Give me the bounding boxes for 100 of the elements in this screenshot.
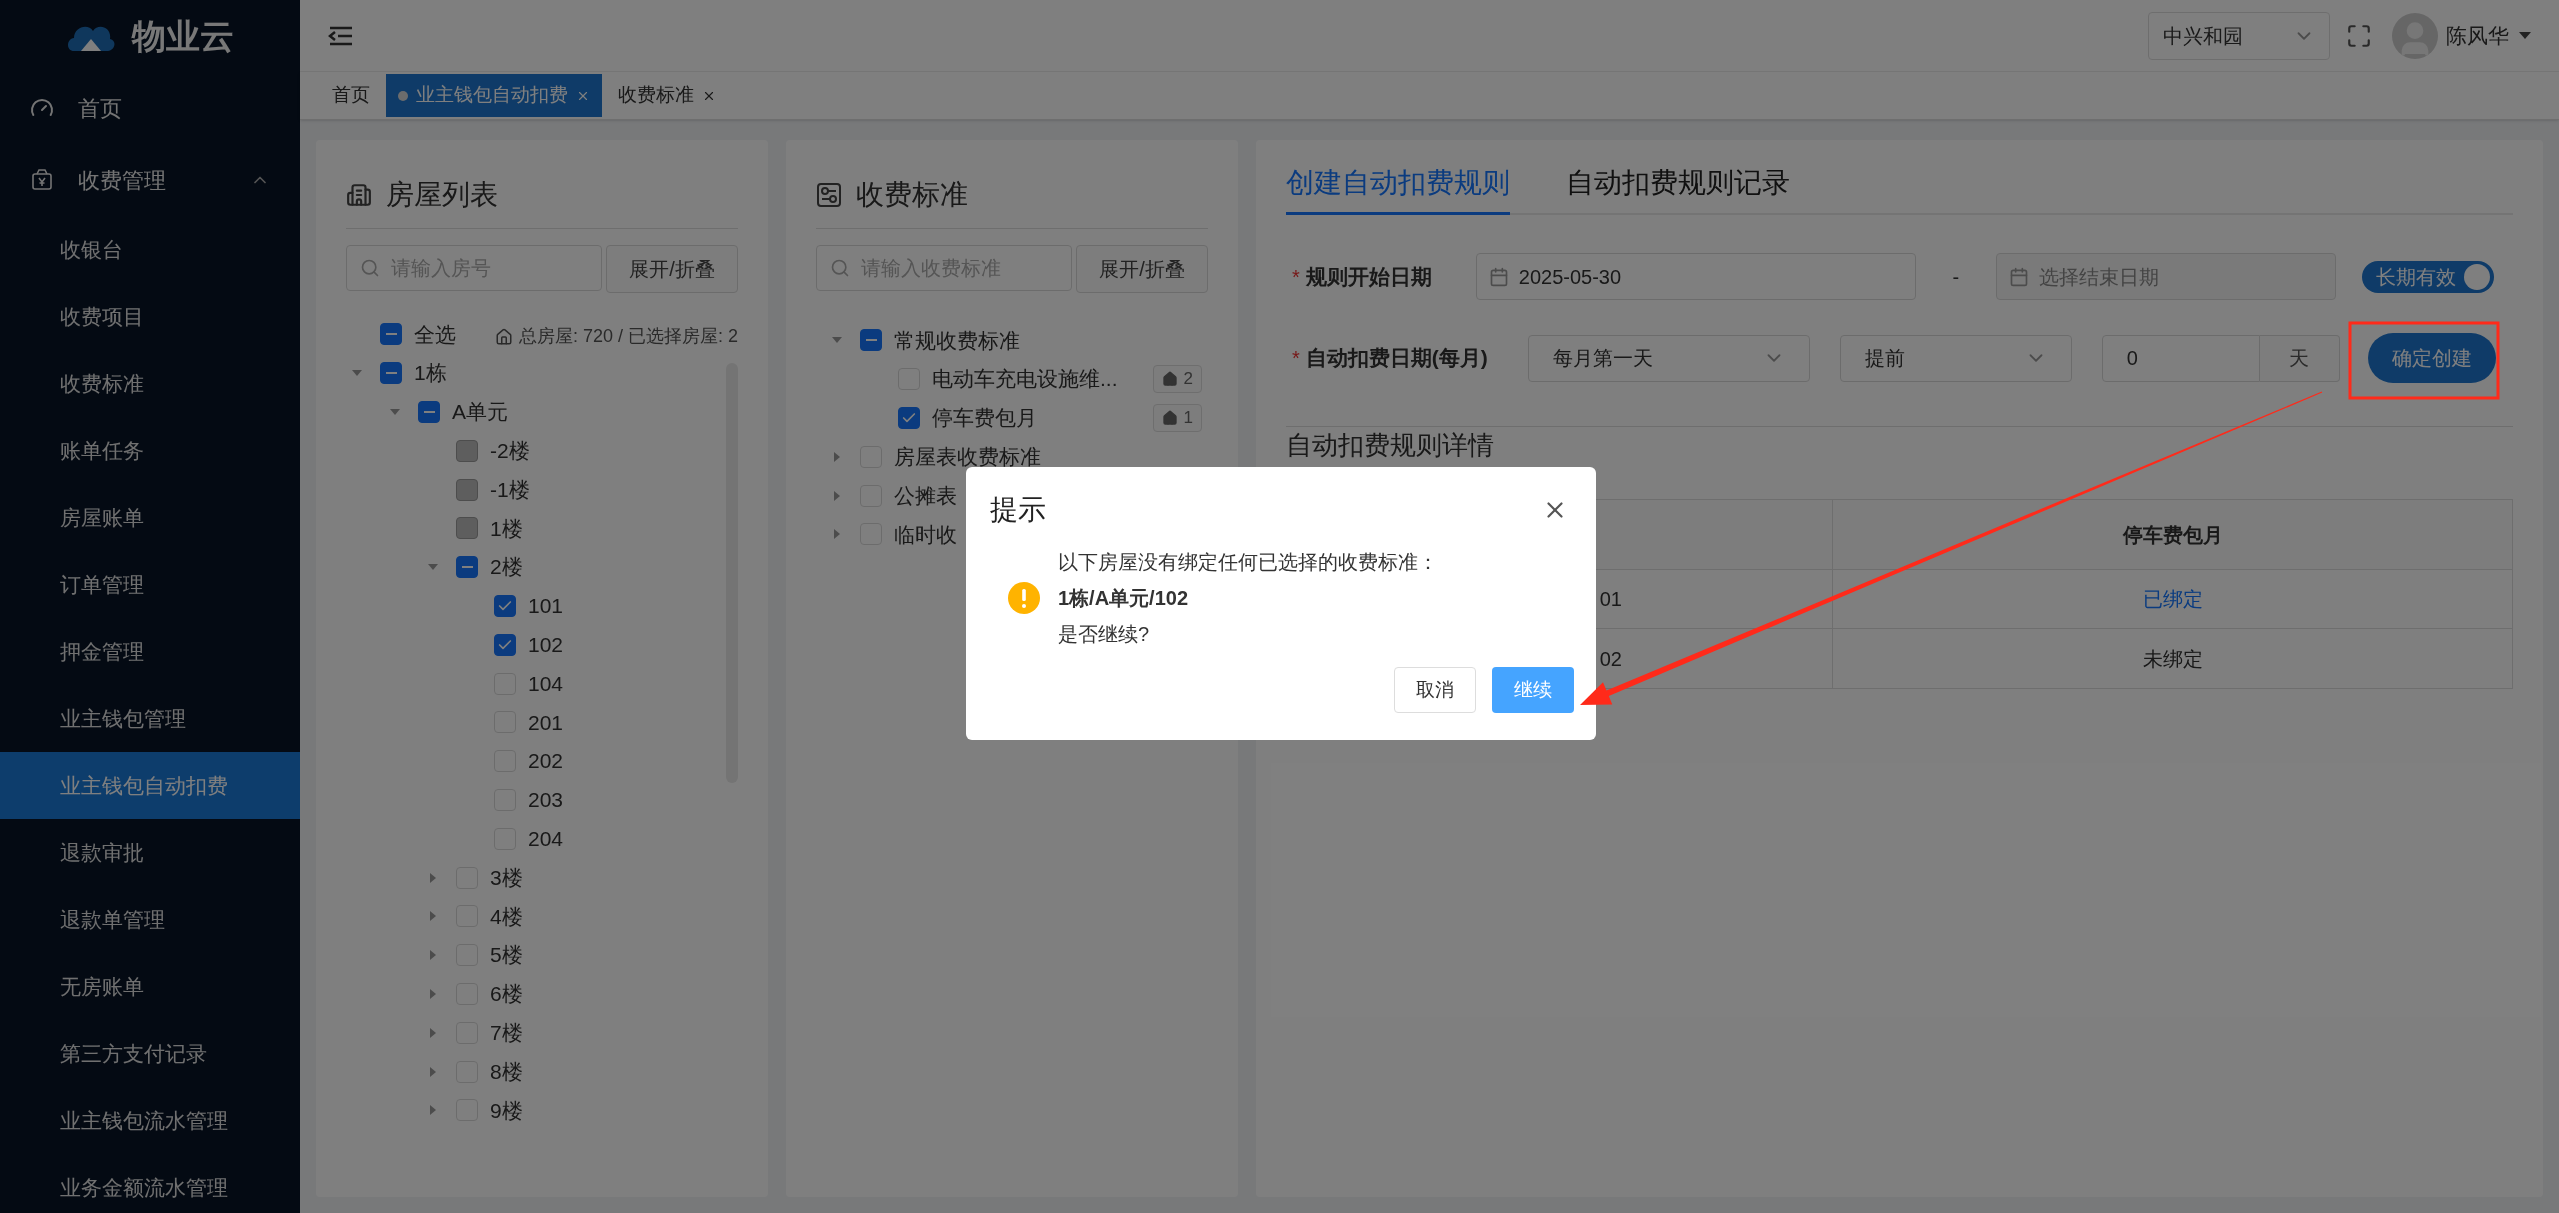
checkbox[interactable] [456,556,478,579]
required-mark: * [1292,264,1300,290]
house-icon [494,327,513,346]
minus-icon [423,411,435,413]
fullscreen-icon[interactable] [2346,22,2372,49]
tree-label[interactable]: 2楼 [490,551,523,583]
page-tab[interactable]: 业主钱包自动扣费 [386,74,602,117]
rule-tab[interactable]: 创建自动扣费规则 [1286,162,1510,215]
caret-right-icon[interactable] [428,1105,438,1116]
submenu-item[interactable]: 房屋账单 [0,484,300,551]
caret-right-icon[interactable] [428,872,438,883]
minus-icon [865,339,877,342]
caret-down-icon[interactable] [390,407,400,417]
rule-tab[interactable]: 自动扣费规则记录 [1566,162,1790,215]
submenu-item[interactable]: 无房账单 [0,953,300,1020]
offset-field[interactable]: 0 [2101,334,2260,382]
tree-label[interactable]: 101 [528,590,564,622]
submenu-item[interactable]: 订单管理 [0,551,300,618]
submenu-item[interactable]: 退款审批 [0,819,300,886]
tree-label[interactable]: 6楼 [490,978,523,1010]
tree-label[interactable]: 临时收 [894,518,957,551]
community-select[interactable]: 中兴和园 [2148,11,2330,60]
tree-label[interactable]: 5楼 [490,939,523,971]
tree-label[interactable]: 203 [528,784,564,816]
tree-label[interactable]: 停车费包月 [932,402,1037,434]
caret-right-icon[interactable] [428,1027,438,1038]
tree-label[interactable]: A单元 [452,396,508,428]
submenu-item[interactable]: 收费项目 [0,283,300,350]
search-icon [360,258,380,278]
minus-icon [461,566,473,569]
room-summary: 总房屋: 720 / 已选择房屋: 2 [518,325,738,348]
caret-right-icon[interactable] [428,988,438,999]
expand-collapse-button[interactable]: 展开/折叠 [606,245,738,293]
caret-right-icon[interactable] [832,490,842,501]
tree-label[interactable]: 全选 [414,318,456,351]
checkbox[interactable] [494,633,516,656]
settings-card-icon [816,182,842,208]
cancel-button[interactable]: 取消 [1394,667,1476,713]
checkbox[interactable] [418,401,440,423]
table-cell-text: 02 [1599,646,1622,672]
dialog-message: 以下房屋没有绑定任何已选择的收费标准： [1058,550,1438,575]
caret-right-icon[interactable] [428,1066,438,1077]
search-icon [830,258,850,278]
submenu-item[interactable]: 退款单管理 [0,886,300,953]
required-mark: * [1292,346,1300,371]
continue-button[interactable]: 继续 [1492,667,1574,713]
offset-select[interactable]: 提前 [1839,334,2072,382]
tree-label[interactable]: 常规收费标准 [894,324,1020,357]
submenu-item[interactable]: 业主钱包流水管理 [0,1087,300,1154]
tree-label[interactable]: 7楼 [490,1017,523,1049]
submenu-item[interactable]: 业主钱包自动扣费 [0,752,300,819]
warning-icon [1008,582,1040,614]
create-button[interactable]: 确定创建 [2367,333,2496,383]
tree-label[interactable]: 电动车充电设施维... [932,363,1118,395]
checkbox[interactable] [860,329,882,352]
table-cell-text: 01 [1599,587,1622,612]
page-tab[interactable]: 首页 [320,74,382,117]
submenu-item[interactable]: 业务金额流水管理 [0,1154,300,1213]
expand-collapse-button[interactable]: 展开/折叠 [1076,245,1208,293]
long-term-switch[interactable]: 长期有效 [2361,260,2494,293]
calendar-icon [1488,266,1509,287]
menu-item[interactable]: 首页 [0,72,300,144]
tree-label[interactable]: 201 [528,706,564,739]
menu-fold-icon[interactable] [328,24,354,47]
caret-right-icon[interactable] [428,950,438,961]
submenu-item[interactable]: 押金管理 [0,618,300,685]
tree-label[interactable]: 9楼 [490,1094,523,1127]
checkbox[interactable] [380,362,402,385]
tree-label[interactable]: 3楼 [490,861,523,894]
tree-label[interactable]: 公摊表 [894,479,957,512]
day-select[interactable]: 每月第一天 [1527,334,1810,382]
tree-label[interactable]: 102 [528,629,564,661]
app-logo-text: 物业云 [132,15,234,57]
tree-label[interactable]: 1栋 [414,357,447,389]
page-tab[interactable]: 收费标准 [606,74,728,117]
caret-right-icon[interactable] [428,911,438,922]
tree-label[interactable]: 204 [528,823,564,855]
tree-label[interactable]: 4楼 [490,900,523,933]
submenu-item[interactable]: 收银台 [0,216,300,283]
caret-down-icon[interactable] [2519,31,2531,40]
menu-item[interactable]: 收费管理 [0,144,300,216]
user-avatar[interactable] [2392,12,2438,59]
yen-bag-icon [30,168,54,192]
tree-label[interactable]: 8楼 [490,1055,523,1088]
submenu-item[interactable]: 账单任务 [0,417,300,484]
caret-right-icon[interactable] [832,529,842,540]
submenu-item[interactable]: 第三方支付记录 [0,1020,300,1087]
building-icon [346,182,372,208]
checkbox[interactable] [494,594,516,617]
tree-label[interactable]: 202 [528,745,564,777]
checkbox[interactable] [898,407,920,429]
date-field[interactable]: 2025-05-30 [1475,253,1916,300]
submenu-item[interactable]: 收费标准 [0,350,300,417]
user-name[interactable]: 陈风华 [2446,19,2509,52]
dialog-title: 提示 [990,493,1046,527]
dialog-question: 是否继续? [1058,622,1151,647]
submenu-item[interactable]: 业主钱包管理 [0,685,300,752]
caret-right-icon[interactable] [832,451,842,462]
checkbox[interactable] [380,323,402,346]
tree-label[interactable]: 104 [528,667,564,700]
